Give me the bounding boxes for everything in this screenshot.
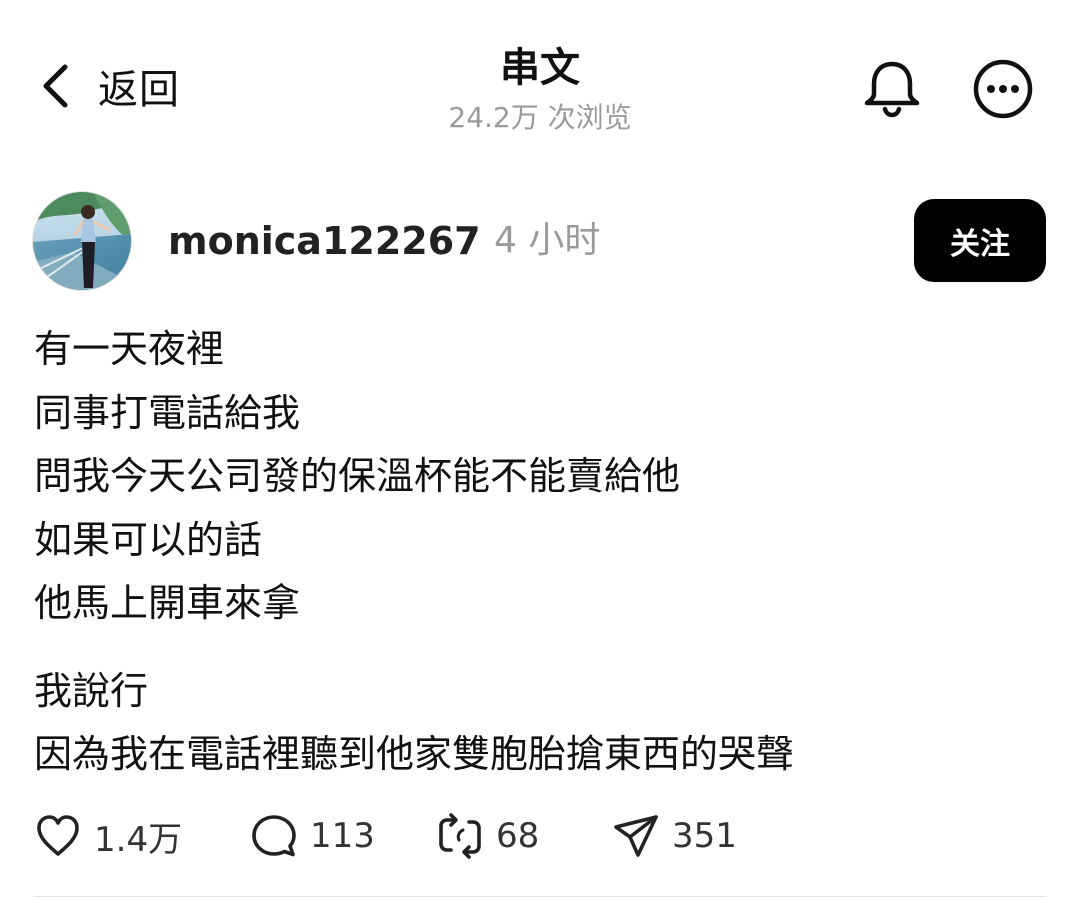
follow-button[interactable]: 关注 bbox=[914, 199, 1046, 282]
post-text: 有一天夜裡 同事打電話給我 問我今天公司發的保溫杯能不能賣給他 如果可以的話 他… bbox=[34, 318, 1044, 787]
repost-button[interactable]: 68 bbox=[436, 806, 539, 866]
more-horizontal-icon bbox=[972, 59, 1034, 124]
top-bar: 返回 串文 24.2万 次浏览 bbox=[0, 0, 1080, 150]
like-button[interactable]: 1.4万 bbox=[34, 806, 182, 866]
comment-count: 113 bbox=[310, 816, 375, 856]
chevron-left-icon bbox=[38, 62, 72, 110]
post-line: 因為我在電話裡聽到他家雙胞胎搶東西的哭聲 bbox=[34, 732, 795, 776]
comment-icon bbox=[250, 812, 298, 860]
post-paragraph: 我說行 因為我在電話裡聽到他家雙胞胎搶東西的哭聲 bbox=[34, 660, 1044, 787]
post-actions: 1.4万 113 68 351 bbox=[0, 806, 1080, 866]
heart-icon bbox=[34, 812, 82, 860]
share-button[interactable]: 351 bbox=[612, 806, 737, 866]
divider bbox=[34, 896, 1046, 897]
post-paragraph: 有一天夜裡 同事打電話給我 問我今天公司發的保溫杯能不能賣給他 如果可以的話 他… bbox=[34, 318, 1044, 636]
repost-icon bbox=[436, 812, 484, 860]
post-line: 有一天夜裡 bbox=[34, 327, 225, 371]
post-line: 如果可以的話 bbox=[34, 517, 263, 562]
send-icon bbox=[612, 812, 660, 860]
back-button[interactable]: 返回 bbox=[38, 56, 180, 116]
post-timestamp: 4 小时 bbox=[494, 220, 601, 261]
page-title: 串文 bbox=[500, 45, 580, 91]
notifications-button[interactable] bbox=[860, 56, 924, 120]
more-options-button[interactable] bbox=[972, 58, 1034, 120]
title-block: 串文 24.2万 次浏览 bbox=[340, 42, 740, 138]
like-count: 1.4万 bbox=[94, 819, 183, 860]
comment-button[interactable]: 113 bbox=[250, 806, 375, 866]
author-username[interactable]: monica122267 bbox=[168, 218, 481, 264]
bell-icon bbox=[860, 61, 924, 124]
view-count: 24.2万 次浏览 bbox=[448, 101, 632, 134]
post-line: 我說行 bbox=[34, 668, 149, 713]
post-line: 問我今天公司發的保溫杯能不能賣給他 bbox=[34, 454, 681, 498]
repost-count: 68 bbox=[496, 816, 540, 856]
avatar[interactable] bbox=[33, 192, 131, 290]
post-line: 他馬上開車來拿 bbox=[34, 581, 301, 625]
back-label: 返回 bbox=[98, 67, 180, 113]
post-author-row: monica122267 4 小时 关注 bbox=[0, 188, 1080, 298]
post-line: 同事打電話給我 bbox=[34, 390, 301, 435]
share-count: 351 bbox=[672, 816, 737, 856]
